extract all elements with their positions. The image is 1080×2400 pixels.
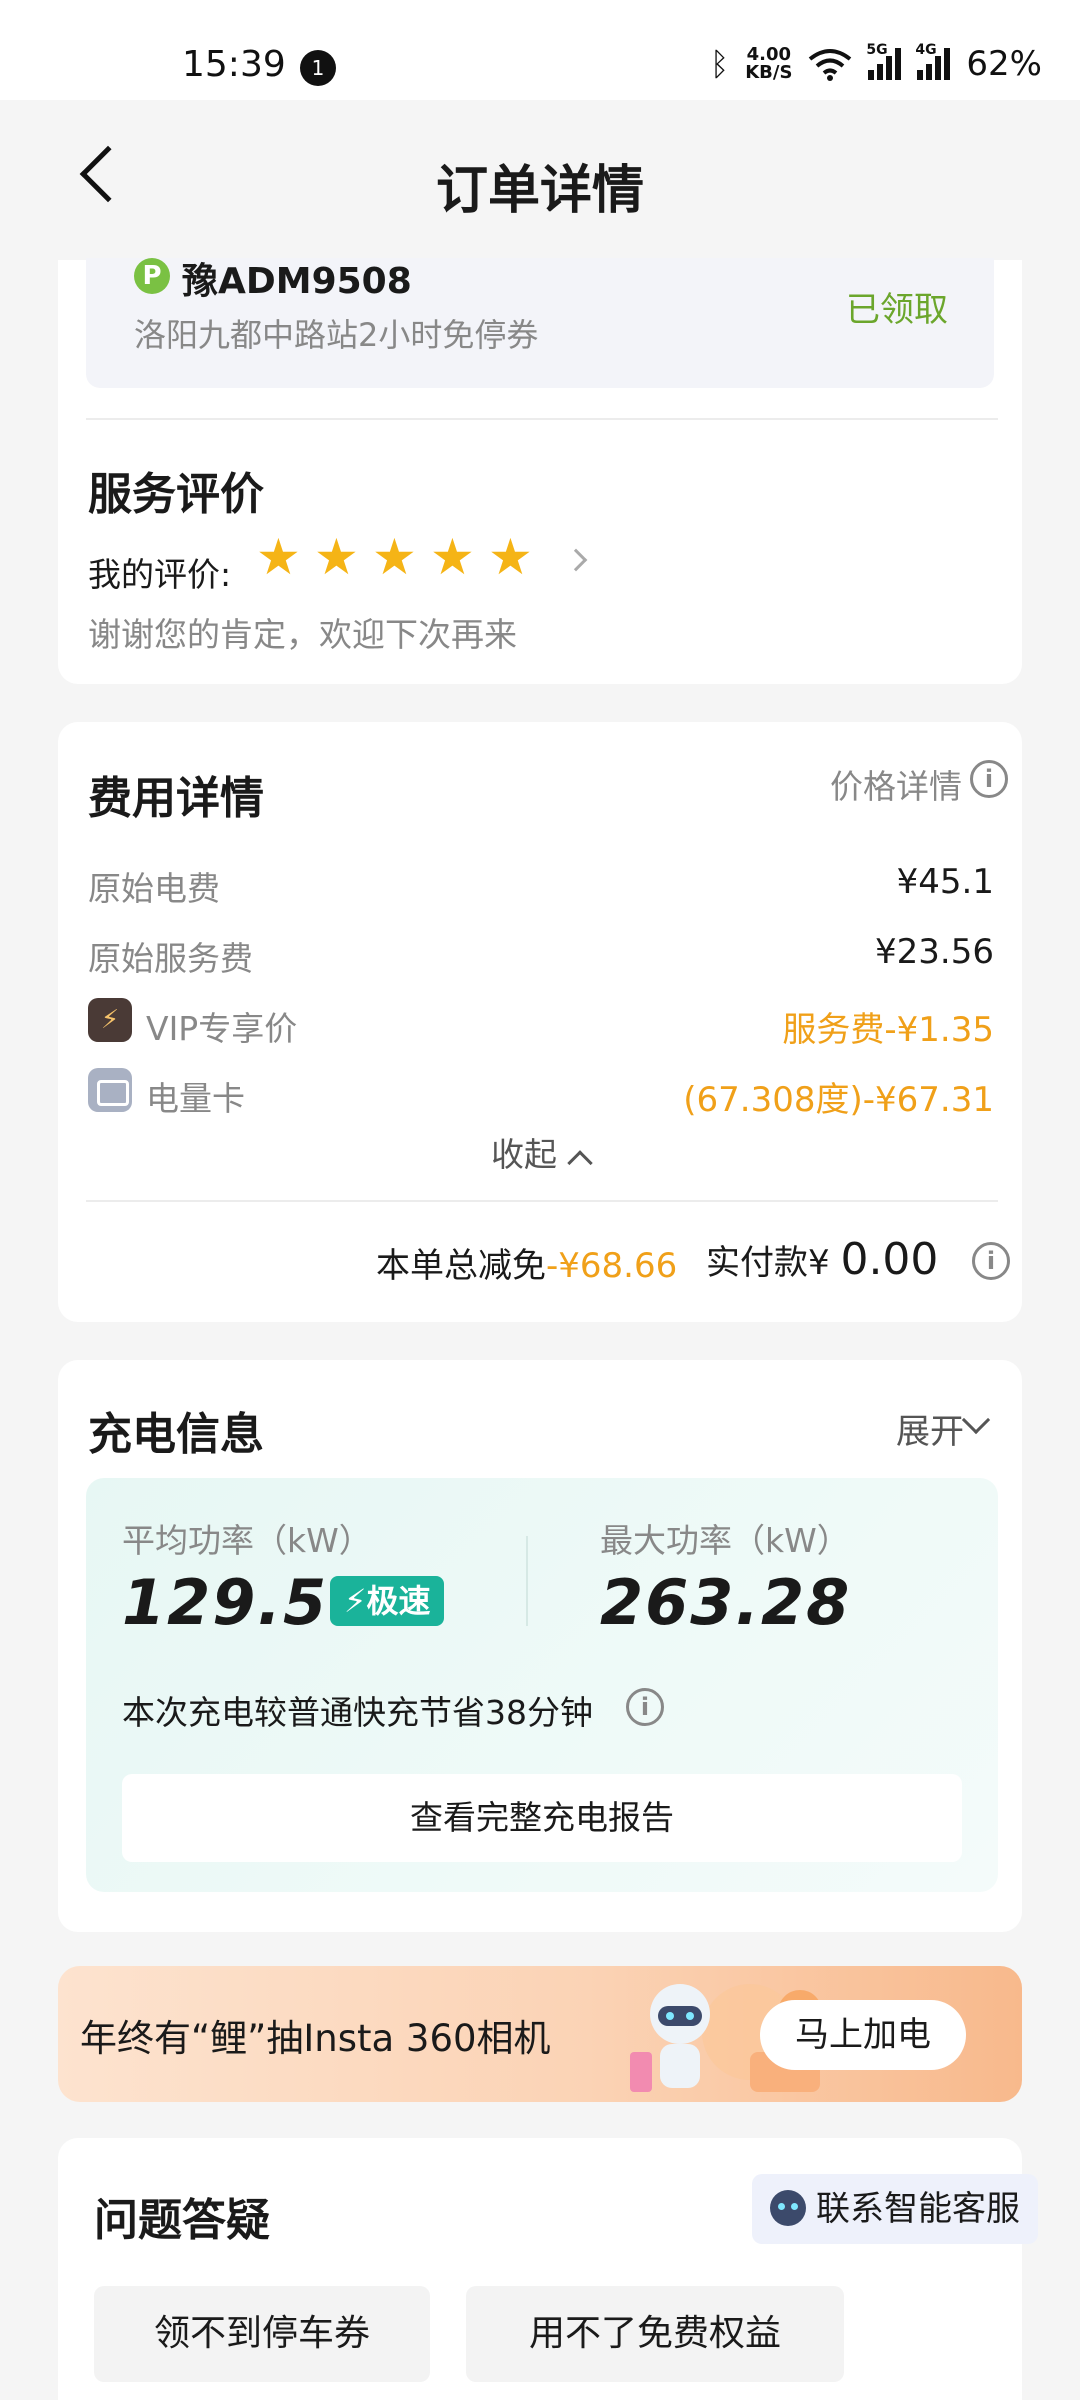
charge-now-button[interactable]: 马上加电 [760,2000,966,2070]
status-icons: ᛒ 4.00 KB/S 5G 4G 62% [710,42,1042,84]
fee-row-value: ¥45.1 [896,862,994,902]
page-header: 订单详情 [0,100,1080,260]
fee-row-label: 电量卡 [146,1079,245,1118]
time-saved-note: 本次充电较普通快充节省38分钟 [122,1693,593,1732]
faq-chip[interactable]: 领不到停车券 [94,2286,430,2382]
status-bar: 15:39 1 ᛒ 4.00 KB/S 5G 4G 62% [0,0,1080,100]
fee-row-label: VIP专享价 [146,1009,298,1048]
promo-banner[interactable]: 年终有“鲤”抽Insta 360相机 马上加电 [58,1966,1022,2102]
faq-title: 问题答疑 [94,2195,270,2246]
license-plate: 豫ADM9508 [182,261,412,302]
collapse-label: 收起 [491,1135,557,1174]
service-rating-title: 服务评价 [88,469,264,520]
info-icon[interactable]: i [626,1688,664,1726]
status-time: 15:39 [182,44,286,85]
rating-stars[interactable]: ★ ★ ★ ★ ★ [256,528,534,586]
collapse-toggle[interactable]: 收起 [0,1128,1080,1176]
total-discount-label: 本单总减免 [376,1246,546,1286]
info-icon[interactable]: i [972,1242,1010,1280]
view-report-button[interactable]: 查看完整充电报告 [122,1774,962,1862]
coupon-description: 洛阳九都中路站2小时免停券 [134,316,539,354]
fee-row-label: 原始服务费 [88,939,253,978]
fee-row-value: 服务费-¥1.35 [782,1010,994,1050]
max-power-label: 最大功率（kW） [600,1521,850,1560]
coupon-status: 已领取 [846,290,948,330]
parking-coupon[interactable]: P 豫ADM9508 洛阳九都中路站2小时免停券 已领取 [86,258,994,388]
power-summary: 平均功率（kW） 129.56 ⚡极速 最大功率（kW） 263.28 本次充电… [86,1478,998,1892]
page-title: 订单详情 [435,161,644,221]
price-detail-link[interactable]: 价格详情 [830,760,962,808]
star-icon: ★ [314,528,359,586]
star-icon: ★ [372,528,417,586]
robot-icon [770,2190,806,2226]
network-speed: 4.00 KB/S [745,44,793,83]
star-icon: ★ [430,528,475,586]
fee-row-value: (67.308度)-¥67.31 [683,1080,994,1120]
parking-icon: P [134,258,170,294]
bluetooth-icon: ᛒ [710,45,730,83]
max-power-value: 263.28 [600,1566,852,1639]
divider [86,1200,998,1202]
divider [526,1536,528,1626]
star-icon: ★ [256,528,301,586]
fee-row-value: ¥23.56 [875,932,994,972]
info-icon[interactable]: i [970,760,1008,798]
charging-title: 充电信息 [88,1409,264,1460]
vip-icon: ⚡ [88,998,132,1042]
fee-row-label: 原始电费 [88,869,220,908]
paid-value: 0.00 [840,1234,939,1285]
signal-5g-icon: 5G [866,42,902,80]
my-rating-label: 我的评价: [88,555,232,594]
rating-thanks: 谢谢您的肯定，欢迎下次再来 [88,615,517,654]
signal-4g-icon: 4G [915,42,951,80]
total-discount: 本单总减免-¥68.66 [376,1238,677,1287]
fast-charge-badge: ⚡极速 [330,1576,445,1626]
ai-service-button[interactable]: 联系智能客服 [752,2174,1038,2244]
divider [86,418,998,420]
card-icon [88,1068,132,1112]
fee-title: 费用详情 [88,773,264,824]
star-icon: ★ [488,528,533,586]
notification-badge: 1 [300,50,336,86]
paid-label: 实付款¥ [706,1243,830,1283]
ai-service-label: 联系智能客服 [816,2189,1020,2229]
avg-power-label: 平均功率（kW） [122,1521,372,1560]
battery-level: 62% [966,44,1042,84]
chevron-up-icon [567,1150,593,1176]
faq-chip[interactable]: 用不了免费权益 [466,2286,844,2382]
wifi-icon [809,49,852,81]
total-discount-value: -¥68.66 [546,1246,678,1286]
banner-text: 年终有“鲤”抽Insta 360相机 [80,2017,551,2060]
paid-amount: 实付款¥ 0.00 [706,1234,938,1285]
expand-toggle[interactable]: 展开 [896,1404,964,1453]
